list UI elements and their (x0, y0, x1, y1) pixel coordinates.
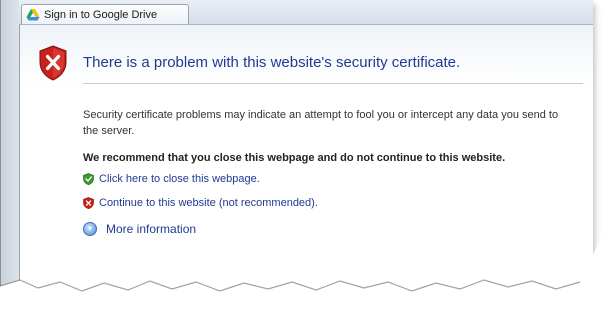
google-drive-icon (26, 8, 40, 20)
divider (83, 83, 583, 84)
error-shield-icon (39, 45, 67, 81)
recommendation-text: We recommend that you close this webpage… (83, 152, 506, 164)
tab-bar: Sign in to Google Drive (19, 0, 593, 25)
description-text: Security certificate problems may indica… (83, 109, 559, 137)
torn-edge-decoration (0, 236, 613, 320)
close-webpage-label: Click here to close this webpage. (99, 173, 260, 185)
more-information-label: More information (106, 222, 197, 236)
tab-title: Sign in to Google Drive (44, 8, 158, 21)
continue-to-website-link[interactable]: Continue to this website (not recommende… (83, 197, 318, 209)
close-webpage-link[interactable]: Click here to close this webpage. (83, 173, 260, 185)
green-shield-check-icon (83, 173, 94, 185)
page-title: There is a problem with this website's s… (83, 54, 461, 71)
chevron-down-icon: ▾ (83, 222, 97, 236)
red-shield-x-icon (83, 197, 94, 209)
continue-to-website-label: Continue to this website (not recommende… (99, 197, 318, 209)
tab-sign-in-google-drive[interactable]: Sign in to Google Drive (21, 4, 189, 24)
more-information-toggle[interactable]: ▾ More information (83, 222, 196, 236)
